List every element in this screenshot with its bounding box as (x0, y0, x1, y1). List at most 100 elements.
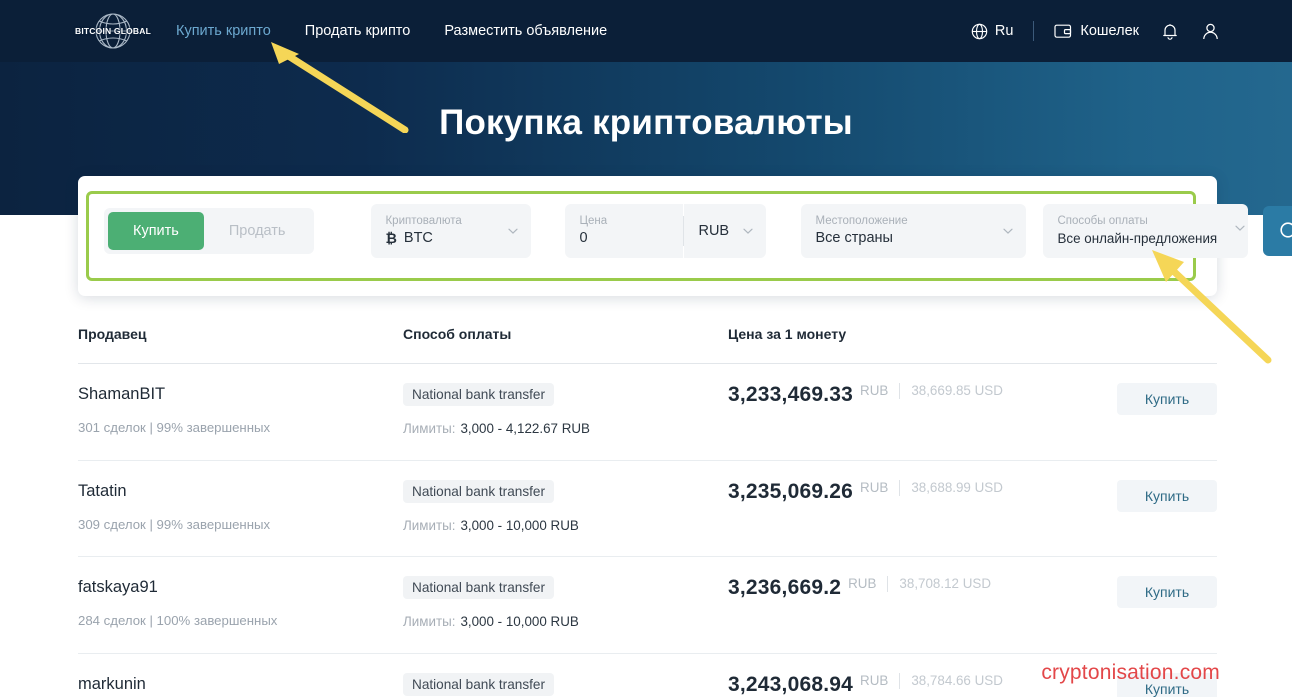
chevron-down-icon (1234, 222, 1246, 234)
cryptocurrency-label: Криптовалюта (385, 214, 517, 229)
limits-label: Лимиты: (403, 421, 455, 436)
price-currency: RUB (860, 673, 888, 688)
user-icon (1201, 22, 1220, 41)
price-value: 3,243,068.94 (728, 673, 853, 697)
cryptocurrency-select[interactable]: Криптовалюта ₿ BTC (371, 204, 531, 258)
nav-links: Купить крипто Продать крипто Разместить … (176, 23, 607, 39)
navbar-left: BITCOIN GLOBAL Купить крипто Продать кри… (0, 10, 607, 52)
buy-button[interactable]: Купить (1117, 576, 1217, 608)
price-cell: 3,233,469.33 RUB 38,669.85 USD (728, 383, 1117, 460)
location-label: Местоположение (815, 214, 1012, 229)
price-currency: RUB (860, 480, 888, 495)
price-value: 3,236,669.2 (728, 576, 841, 600)
table-row[interactable]: Tatatin 309 сделок | 99% завершенных Nat… (78, 461, 1217, 558)
search-button[interactable] (1263, 206, 1292, 256)
notifications-button[interactable] (1161, 22, 1179, 41)
search-icon (1278, 220, 1292, 243)
page-title: Покупка криптовалюты (0, 103, 1292, 143)
seller-cell: Tatatin 309 сделок | 99% завершенных (78, 480, 403, 557)
limits-label: Лимиты: (403, 614, 455, 629)
limits-label: Лимиты: (403, 518, 455, 533)
language-selector[interactable]: Ru (971, 23, 1014, 40)
price-usd: 38,708.12 USD (899, 576, 991, 591)
sell-tab[interactable]: Продать (204, 212, 311, 250)
action-cell: Купить (1117, 576, 1217, 653)
account-button[interactable] (1201, 22, 1220, 41)
wallet-icon (1054, 23, 1072, 39)
bitcoin-icon: ₿ (385, 229, 396, 248)
table-row[interactable]: ShamanBIT 301 сделок | 99% завершенных N… (78, 364, 1217, 461)
wallet-label: Кошелек (1080, 23, 1139, 39)
price-usd: 38,784.66 USD (911, 673, 1003, 688)
buy-button[interactable]: Купить (1117, 383, 1217, 415)
limits: Лимиты: 3,000 - 4,122.67 RUB (403, 420, 728, 438)
nav-link-sell-crypto[interactable]: Продать крипто (305, 23, 411, 39)
brand-logo-text: BITCOIN GLOBAL (75, 26, 151, 36)
chevron-down-icon (507, 225, 519, 237)
column-header-payment: Способ оплаты (403, 326, 728, 342)
seller-cell: ShamanBIT 301 сделок | 99% завершенных (78, 383, 403, 460)
payment-method-chip: National bank transfer (403, 480, 554, 503)
payment-method-chip: National bank transfer (403, 383, 554, 406)
navbar-divider (1033, 21, 1034, 41)
price-divider (899, 480, 900, 496)
seller-stats: 309 сделок | 99% завершенных (78, 516, 403, 534)
price-usd: 38,688.99 USD (911, 480, 1003, 495)
column-header-price: Цена за 1 монету (728, 326, 1217, 342)
buy-tab[interactable]: Купить (108, 212, 204, 250)
navbar-right: Ru Кошелек (971, 0, 1220, 62)
price-currency: RUB (848, 576, 876, 591)
currency-select[interactable]: RUB (684, 204, 766, 258)
nav-link-post-ad[interactable]: Разместить объявление (444, 23, 607, 39)
limits-value: 3,000 - 10,000 RUB (460, 518, 578, 533)
seller-stats: 301 сделок | 99% завершенных (78, 419, 403, 437)
price-divider (899, 673, 900, 689)
limits-value: 3,000 - 4,122.67 RUB (460, 421, 590, 436)
language-label: Ru (995, 23, 1014, 39)
action-cell: Купить (1117, 480, 1217, 557)
price-usd: 38,669.85 USD (911, 383, 1003, 398)
top-navbar: BITCOIN GLOBAL Купить крипто Продать кри… (0, 0, 1292, 62)
price-input[interactable]: 0 (579, 229, 669, 248)
table-header-row: Продавец Способ оплаты Цена за 1 монету (78, 326, 1217, 364)
page-root: BITCOIN GLOBAL Купить крипто Продать кри… (0, 0, 1292, 697)
buy-button[interactable]: Купить (1117, 480, 1217, 512)
location-value: Все страны (815, 229, 1012, 248)
price-input-wrap[interactable]: Цена 0 (565, 204, 683, 258)
seller-name[interactable]: Tatatin (78, 480, 403, 502)
limits: Лимиты: 3,000 - 10,000 RUB (403, 517, 728, 535)
filter-row: Купить Продать Криптовалюта ₿ BTC Цена 0 (104, 204, 1292, 258)
cryptocurrency-selected: BTC (404, 229, 433, 248)
limits-value: 3,000 - 10,000 RUB (460, 614, 578, 629)
brand-logo[interactable]: BITCOIN GLOBAL (78, 10, 148, 52)
seller-name[interactable]: markunin (78, 673, 403, 695)
payment-cell: National bank transfer Лимиты: 3,000 - 4,… (403, 383, 728, 460)
location-select[interactable]: Местоположение Все страны (801, 204, 1026, 258)
price-label: Цена (579, 214, 669, 229)
bell-icon (1161, 22, 1179, 41)
payment-method-select[interactable]: Способы оплаты Все онлайн-предложения (1043, 204, 1248, 258)
price-cell: 3,236,669.2 RUB 38,708.12 USD (728, 576, 1117, 653)
limits: Лимиты: 3,000 - 10,000 RUB (403, 613, 728, 631)
table-row[interactable]: fatskaya91 284 сделок | 100% завершенных… (78, 557, 1217, 654)
currency-value: RUB (698, 222, 740, 241)
payment-method-label: Способы оплаты (1057, 214, 1234, 229)
seller-cell: fatskaya91 284 сделок | 100% завершенных (78, 576, 403, 653)
wallet-link[interactable]: Кошелек (1054, 23, 1139, 39)
seller-stats: 284 сделок | 100% завершенных (78, 612, 403, 630)
payment-method-value: Все онлайн-предложения (1057, 229, 1234, 248)
offers-table: Продавец Способ оплаты Цена за 1 монету … (78, 326, 1217, 697)
price-divider (899, 383, 900, 399)
payment-cell: National bank transfer Лимиты: 3,000 - 10… (403, 480, 728, 557)
chevron-down-icon (742, 225, 754, 237)
payment-cell: National bank transfer (403, 673, 728, 697)
payment-cell: National bank transfer Лимиты:3,000 - 10… (403, 576, 728, 653)
price-currency: RUB (860, 383, 888, 398)
nav-link-buy-crypto[interactable]: Купить крипто (176, 23, 271, 39)
seller-name[interactable]: fatskaya91 (78, 576, 403, 598)
seller-name[interactable]: ShamanBIT (78, 383, 403, 405)
price-cell: 3,235,069.26 RUB 38,688.99 USD (728, 480, 1117, 557)
cryptocurrency-value: ₿ BTC (385, 229, 517, 248)
search-filter-card: Купить Продать Криптовалюта ₿ BTC Цена 0 (78, 176, 1217, 296)
payment-method-chip: National bank transfer (403, 673, 554, 696)
